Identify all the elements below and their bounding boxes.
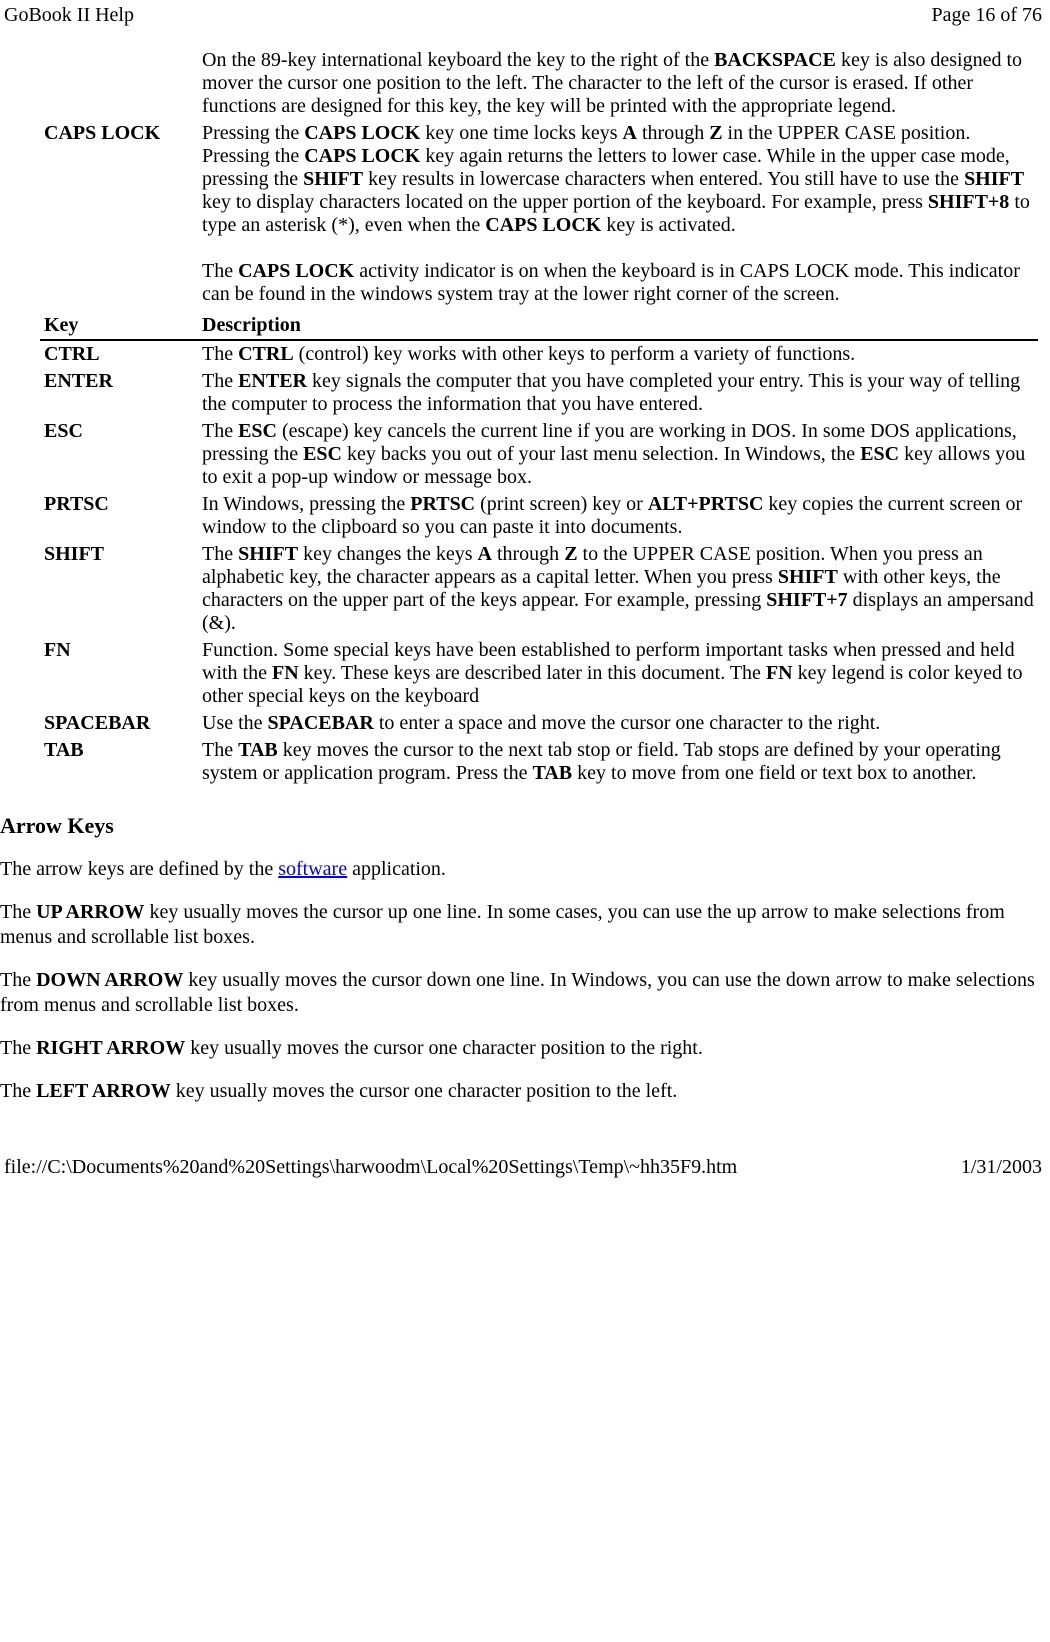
- key-description-table-intro: On the 89-key international keyboard the…: [40, 47, 1038, 787]
- header-key: Key: [40, 308, 198, 340]
- left-arrow-paragraph: The LEFT ARROW key usually moves the cur…: [0, 1079, 1038, 1104]
- ctrl-description: The CTRL (control) key works with other …: [198, 340, 1038, 368]
- arrow-keys-heading: Arrow Keys: [0, 813, 1038, 839]
- footer-date: 1/31/2003: [961, 1156, 1042, 1179]
- arrow-intro-paragraph: The arrow keys are defined by the softwa…: [0, 857, 1038, 882]
- header-description: Description: [198, 308, 1038, 340]
- row-fn: FN Function. Some special keys have been…: [40, 637, 1038, 710]
- header-page-number: Page 16 of 76: [931, 4, 1042, 27]
- row-spacebar: SPACEBAR Use the SPACEBAR to enter a spa…: [40, 710, 1038, 737]
- fn-description: Function. Some special keys have been es…: [198, 637, 1038, 710]
- row-capslock: CAPS LOCK Pressing the CAPS LOCK key one…: [40, 120, 1038, 308]
- row-prtsc: PRTSC In Windows, pressing the PRTSC (pr…: [40, 491, 1038, 541]
- spacebar-label: SPACEBAR: [40, 710, 198, 737]
- up-arrow-paragraph: The UP ARROW key usually moves the curso…: [0, 900, 1038, 950]
- software-link[interactable]: software: [278, 858, 347, 880]
- footer-path: file://C:\Documents%20and%20Settings\har…: [4, 1156, 737, 1179]
- row-shift: SHIFT The SHIFT key changes the keys A t…: [40, 541, 1038, 637]
- tab-label: TAB: [40, 737, 198, 787]
- ctrl-label: CTRL: [40, 340, 198, 368]
- row-tab: TAB The TAB key moves the cursor to the …: [40, 737, 1038, 787]
- esc-description: The ESC (escape) key cancels the current…: [198, 418, 1038, 491]
- backspace-description: On the 89-key international keyboard the…: [198, 47, 1038, 120]
- right-arrow-paragraph: The RIGHT ARROW key usually moves the cu…: [0, 1036, 1038, 1061]
- esc-label: ESC: [40, 418, 198, 491]
- row-backspace-continuation: On the 89-key international keyboard the…: [40, 47, 1038, 120]
- prtsc-label: PRTSC: [40, 491, 198, 541]
- table-header-row: Key Description: [40, 308, 1038, 340]
- spacebar-description: Use the SPACEBAR to enter a space and mo…: [198, 710, 1038, 737]
- enter-description: The ENTER key signals the computer that …: [198, 368, 1038, 418]
- capslock-description: Pressing the CAPS LOCK key one time lock…: [198, 120, 1038, 308]
- row-enter: ENTER The ENTER key signals the computer…: [40, 368, 1038, 418]
- page-content: On the 89-key international keyboard the…: [0, 27, 1050, 1104]
- page-header: GoBook II Help Page 16 of 76: [0, 0, 1050, 27]
- tab-description: The TAB key moves the cursor to the next…: [198, 737, 1038, 787]
- row-esc: ESC The ESC (escape) key cancels the cur…: [40, 418, 1038, 491]
- enter-label: ENTER: [40, 368, 198, 418]
- fn-label: FN: [40, 637, 198, 710]
- shift-label: SHIFT: [40, 541, 198, 637]
- capslock-label: CAPS LOCK: [40, 120, 198, 308]
- down-arrow-paragraph: The DOWN ARROW key usually moves the cur…: [0, 968, 1038, 1018]
- header-title: GoBook II Help: [4, 4, 134, 27]
- page-footer: file://C:\Documents%20and%20Settings\har…: [0, 1152, 1050, 1183]
- prtsc-description: In Windows, pressing the PRTSC (print sc…: [198, 491, 1038, 541]
- row-ctrl: CTRL The CTRL (control) key works with o…: [40, 340, 1038, 368]
- shift-description: The SHIFT key changes the keys A through…: [198, 541, 1038, 637]
